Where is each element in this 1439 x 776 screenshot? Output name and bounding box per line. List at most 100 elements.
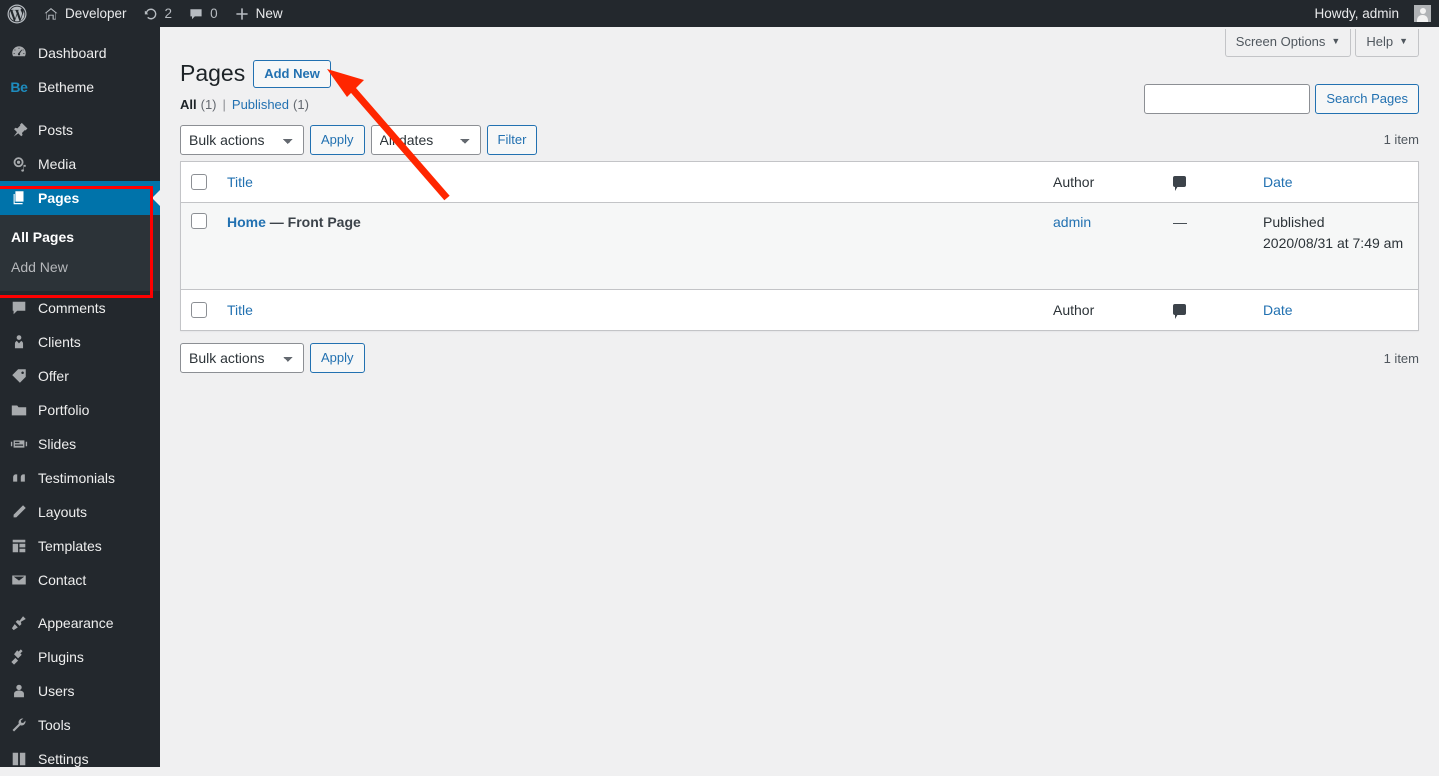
sidebar-item-label: Tools [38, 716, 71, 733]
search-pages-button[interactable]: Search Pages [1315, 84, 1419, 114]
table-row[interactable]: Home — Front Page admin — Published 2020… [181, 203, 1418, 290]
sidebar-item-label: Settings [38, 750, 89, 767]
add-new-button[interactable]: Add New [253, 59, 331, 89]
submenu-item-all-pages[interactable]: All Pages [0, 222, 160, 252]
screen-meta-links: Screen Options ▼ Help ▼ [1224, 29, 1419, 57]
slides-icon [9, 434, 29, 454]
menu-spacer-2 [0, 597, 160, 606]
sidebar-item-settings[interactable]: Settings [0, 742, 160, 776]
sidebar-item-pages[interactable]: Pages [0, 181, 160, 215]
pages-submenu: All Pages Add New [0, 215, 160, 291]
apply-button-top[interactable]: Apply [310, 124, 365, 155]
column-author-label: Author [1053, 173, 1095, 190]
row-comments-cell: — [1163, 203, 1253, 289]
sidebar-item-label: Users [38, 682, 75, 699]
column-footer-author: Author [1043, 289, 1163, 330]
column-header-title: Title [217, 162, 1043, 204]
help-label: Help [1366, 34, 1394, 49]
dashboard-icon [9, 43, 29, 63]
screen-options-button[interactable]: Screen Options ▼ [1224, 29, 1352, 57]
my-account-menu[interactable]: Howdy, admin [1314, 0, 1431, 27]
sidebar-item-media[interactable]: Media [0, 147, 160, 181]
filter-button[interactable]: Filter [486, 124, 538, 155]
comment-icon [1173, 175, 1186, 191]
tablenav-actions-bottom: Bulk actions Apply [180, 343, 365, 374]
wordpress-logo-icon [7, 4, 27, 24]
sidebar-item-comments[interactable]: Comments [0, 291, 160, 325]
bulk-actions-select-bottom[interactable]: Bulk actions [180, 343, 304, 374]
admin-sidebar-menu: Dashboard Be Betheme Posts Media Pages A… [0, 27, 160, 767]
sidebar-item-layouts[interactable]: Layouts [0, 495, 160, 529]
sidebar-item-slides[interactable]: Slides [0, 427, 160, 461]
sidebar-item-posts[interactable]: Posts [0, 113, 160, 147]
tablenav-top: Bulk actions Apply All dates Filter 1 it… [180, 124, 1419, 155]
quote-icon [9, 468, 29, 488]
sidebar-item-appearance[interactable]: Appearance [0, 606, 160, 640]
filter-published[interactable]: Published (1) [232, 97, 309, 112]
pages-icon [9, 188, 29, 208]
select-all-checkbox-footer[interactable] [191, 302, 207, 319]
sidebar-item-label: Media [38, 156, 77, 172]
sidebar-item-tools[interactable]: Tools [0, 708, 160, 742]
howdy-label: Howdy, admin [1314, 6, 1399, 21]
table-body: Home — Front Page admin — Published 2020… [181, 203, 1418, 290]
new-content-menu[interactable]: New [226, 0, 291, 27]
updates-menu[interactable]: 2 [135, 0, 181, 27]
site-name-menu[interactable]: Developer [35, 0, 135, 27]
sidebar-item-users[interactable]: Users [0, 674, 160, 708]
admin-bar: Developer 2 0 New Howdy, admin [0, 0, 1439, 27]
avatar [1414, 5, 1431, 22]
plugin-icon [9, 647, 29, 667]
column-footer-title: Title [217, 289, 1043, 330]
bulk-actions-select-top[interactable]: Bulk actions [180, 124, 304, 155]
admin-bar-right: Howdy, admin [1314, 0, 1439, 27]
sort-by-date[interactable]: Date [1263, 174, 1293, 190]
filter-published-count: (1) [293, 96, 309, 112]
apply-button-bottom[interactable]: Apply [310, 343, 365, 374]
comments-menu[interactable]: 0 [180, 0, 226, 27]
sidebar-item-label: Offer [38, 367, 69, 384]
filter-published-label[interactable]: Published [232, 97, 289, 112]
page-wrap: Pages Add New All (1) | Published (1) Se… [160, 27, 1439, 374]
sidebar-item-testimonials[interactable]: Testimonials [0, 461, 160, 495]
sidebar-item-label: Testimonials [38, 469, 116, 486]
settings-icon [9, 749, 29, 769]
wp-logo-menu[interactable] [0, 0, 35, 27]
sidebar-item-templates[interactable]: Templates [0, 529, 160, 563]
sidebar-item-dashboard[interactable]: Dashboard [0, 36, 160, 70]
pin-icon [9, 120, 29, 140]
sidebar-item-clients[interactable]: Clients [0, 325, 160, 359]
comment-icon [9, 298, 29, 318]
sidebar-item-portfolio[interactable]: Portfolio [0, 393, 160, 427]
table-header-row: Title Author Date [181, 162, 1418, 204]
author-link[interactable]: admin [1053, 214, 1091, 230]
sidebar-item-offer[interactable]: Offer [0, 359, 160, 393]
sort-by-title-footer[interactable]: Title [227, 302, 253, 318]
row-title-cell: Home — Front Page [217, 203, 1043, 289]
search-input[interactable] [1144, 84, 1311, 114]
site-name-label: Developer [65, 6, 127, 21]
filter-all[interactable]: All (1) [180, 97, 217, 112]
sort-by-title[interactable]: Title [227, 174, 253, 190]
row-checkbox[interactable] [191, 213, 207, 230]
sort-by-date-footer[interactable]: Date [1263, 302, 1293, 318]
table-head: Title Author Date [181, 162, 1418, 204]
sidebar-item-label: Appearance [38, 614, 114, 631]
page-title-link[interactable]: Home [227, 214, 266, 230]
sidebar-item-plugins[interactable]: Plugins [0, 640, 160, 674]
table-foot: Title Author Date [181, 289, 1418, 330]
tablenav-actions-top: Bulk actions Apply All dates Filter [180, 124, 538, 155]
select-all-checkbox[interactable] [191, 173, 207, 190]
sidebar-item-contact[interactable]: Contact [0, 563, 160, 597]
sidebar-item-label: Dashboard [38, 45, 107, 61]
updates-icon [143, 6, 159, 22]
submenu-item-add-new[interactable]: Add New [0, 252, 160, 282]
menu-spacer-top [0, 27, 160, 36]
help-button[interactable]: Help ▼ [1355, 29, 1419, 57]
current-menu-caret-icon [152, 190, 160, 206]
portfolio-icon [9, 400, 29, 420]
row-date-cell: Published 2020/08/31 at 7:49 am [1253, 203, 1418, 289]
sidebar-item-betheme[interactable]: Be Betheme [0, 70, 160, 104]
date-filter-select[interactable]: All dates [370, 124, 481, 155]
column-footer-comments [1163, 289, 1253, 330]
